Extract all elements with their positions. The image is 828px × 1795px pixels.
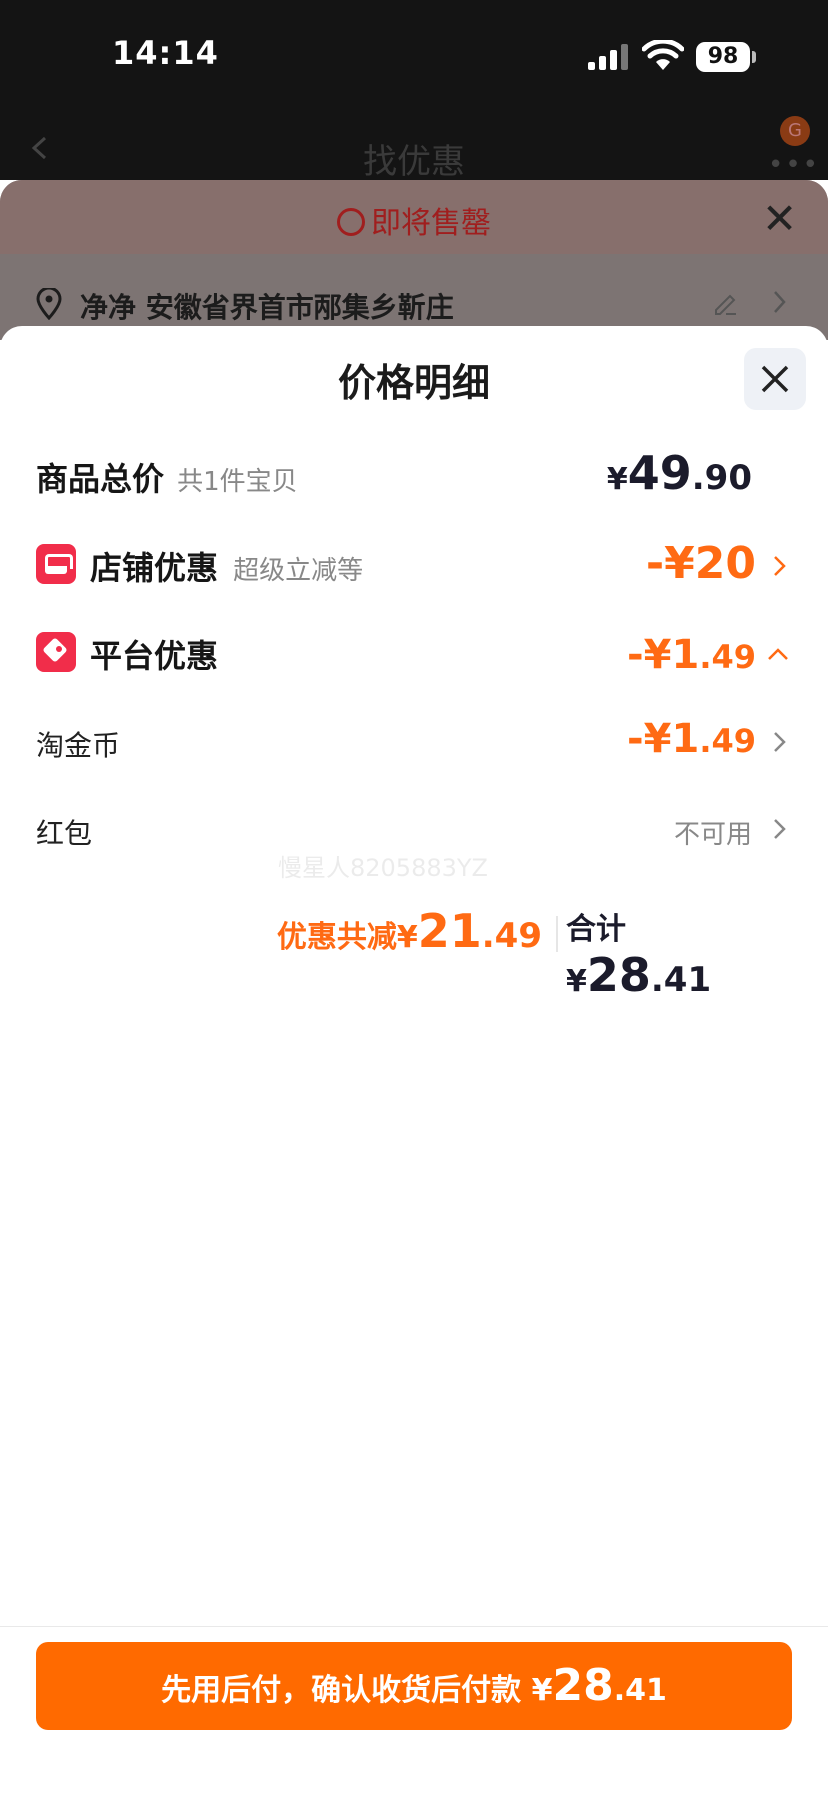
close-button[interactable] [744, 348, 806, 410]
shop-discount-label: 店铺优惠 [90, 549, 219, 587]
shop-discount-sub: 超级立减等 [233, 556, 364, 586]
alarm-icon [337, 208, 365, 236]
wifi-icon [642, 40, 684, 70]
currency-symbol: ¥ [606, 462, 628, 497]
location-pin-icon [36, 288, 62, 320]
more-icon[interactable]: ••• [768, 150, 820, 180]
delivery-address[interactable]: 净净 安徽省界首市邴集乡靳庄 [80, 286, 454, 326]
cart-badge: G [780, 116, 810, 146]
total-price-label: 商品总价 [36, 460, 165, 498]
grand-total: 合计¥28.41 [566, 912, 712, 1002]
close-icon [761, 365, 789, 393]
shop-discount-amount: -¥20 [645, 538, 756, 589]
shop-discount-row[interactable]: 店铺优惠 超级立减等 [90, 543, 363, 589]
total-price-dec: .90 [691, 458, 752, 498]
battery-icon: 98 [696, 42, 750, 72]
pay-button-label: 先用后付，确认收货后付款 ¥ [161, 1673, 553, 1708]
shop-icon [36, 544, 76, 584]
sellout-notice: 即将售罄 [0, 198, 828, 242]
chevron-up-icon[interactable] [766, 646, 790, 662]
pay-button-int: 28 [552, 1660, 614, 1711]
chevron-right-icon[interactable] [768, 288, 790, 316]
battery-tip [752, 51, 756, 63]
chevron-right-icon[interactable] [772, 730, 788, 754]
total-price-value: ¥49.90 [560, 446, 752, 500]
summary-divider [556, 916, 558, 952]
signal-icon [588, 44, 628, 70]
total-price-row: 商品总价 共1件宝贝 [36, 454, 298, 500]
pay-button-dec: .41 [613, 1673, 667, 1708]
coins-label: 淘金币 [36, 729, 121, 762]
edit-icon[interactable] [712, 290, 738, 316]
discount-summary: 优惠共减¥21.49 [276, 904, 542, 958]
red-packet-label: 红包 [36, 817, 93, 850]
chevron-right-icon[interactable] [772, 554, 788, 578]
pay-later-button[interactable]: 先用后付，确认收货后付款 ¥28.41 [36, 1642, 792, 1730]
status-time: 14:14 [112, 34, 219, 72]
platform-discount-row[interactable]: 平台优惠 [90, 631, 218, 677]
coins-amount: -¥1.49 [627, 716, 756, 762]
page-title: 找优惠 [363, 142, 465, 182]
underlying-close-icon[interactable]: ✕ [762, 198, 797, 240]
chevron-right-icon[interactable] [772, 817, 788, 841]
red-packet-status: 不可用 [673, 820, 752, 850]
bottom-divider [0, 1626, 828, 1627]
total-price-int: 49 [627, 446, 692, 500]
platform-discount-amount: -¥1.49 [627, 632, 756, 678]
platform-discount-label: 平台优惠 [90, 637, 219, 675]
item-count: 共1件宝贝 [177, 467, 298, 497]
tag-icon [36, 632, 76, 672]
sheet-title: 价格明细 [337, 361, 490, 405]
watermark: 慢星人8205883YZ [278, 854, 488, 882]
